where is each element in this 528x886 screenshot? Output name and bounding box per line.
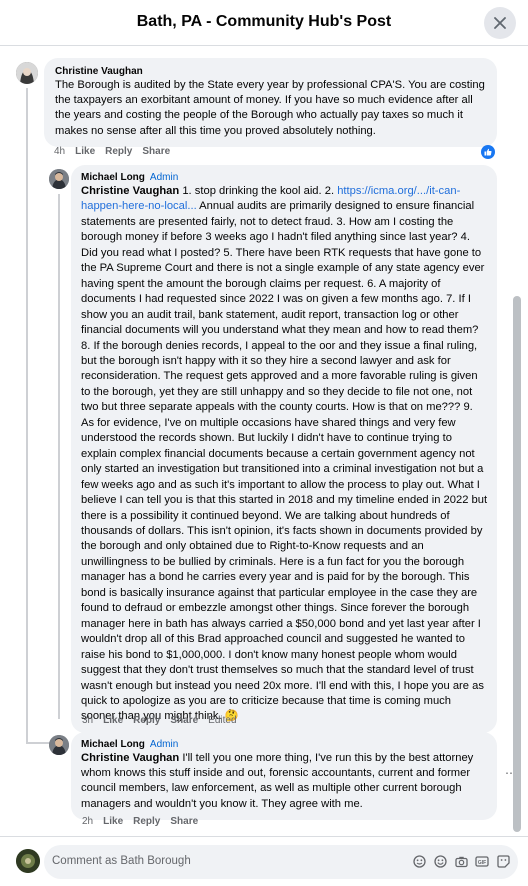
comment-bubble: Christine Vaughan The Borough is audited… xyxy=(44,58,497,147)
comment-text: Christine Vaughan I'll tell you one more… xyxy=(81,752,474,810)
comments-scroll-area[interactable]: Christine Vaughan The Borough is audited… xyxy=(0,46,528,836)
avatar-image xyxy=(49,169,69,189)
like-reaction-badge[interactable] xyxy=(481,145,495,159)
close-icon xyxy=(494,17,506,29)
comment-author: Michael Long Admin xyxy=(81,171,488,184)
comment-bubble: Michael Long Admin Christine Vaughan I'll… xyxy=(71,732,497,820)
admin-badge: Admin xyxy=(149,739,179,750)
avatar-image xyxy=(16,62,38,84)
admin-badge: Admin xyxy=(149,172,179,183)
share-button[interactable]: Share xyxy=(170,816,198,827)
close-button[interactable] xyxy=(484,7,516,39)
composer-icons: GIF xyxy=(412,854,510,868)
comment-actions: 3h Like Reply Share Edited xyxy=(82,715,237,726)
reply-thread-line xyxy=(58,194,60,719)
comment-actions: 4h Like Reply Share xyxy=(54,146,170,157)
thread-line xyxy=(26,88,28,743)
avatar[interactable] xyxy=(49,735,69,755)
like-button[interactable]: Like xyxy=(75,146,95,157)
like-button[interactable]: Like xyxy=(103,715,123,726)
comment-time[interactable]: 2h xyxy=(82,816,93,827)
reply-button[interactable]: Reply xyxy=(105,146,132,157)
comment-time[interactable]: 3h xyxy=(82,715,93,726)
gif-icon[interactable]: GIF xyxy=(475,854,489,868)
svg-text:GIF: GIF xyxy=(478,860,486,866)
reply-branch xyxy=(26,742,50,744)
comment-text: The Borough is audited by the State ever… xyxy=(55,79,485,137)
dialog-header: Bath, PA - Community Hub's Post xyxy=(0,0,528,46)
comment-bubble: Michael Long Admin Christine Vaughan 1. s… xyxy=(71,165,497,733)
comment-author: Michael Long Admin xyxy=(81,738,488,751)
dialog-title: Bath, PA - Community Hub's Post xyxy=(136,13,392,30)
author-name[interactable]: Michael Long xyxy=(81,739,145,750)
comment-composer: Comment as Bath Borough GIF xyxy=(0,836,528,886)
comment-placeholder: Comment as Bath Borough xyxy=(52,855,191,867)
mention-link[interactable]: Christine Vaughan xyxy=(81,185,179,197)
comment-input[interactable]: Comment as Bath Borough GIF xyxy=(44,845,518,879)
like-button[interactable]: Like xyxy=(103,816,123,827)
avatar[interactable] xyxy=(16,62,38,84)
sticker-icon[interactable] xyxy=(412,854,426,868)
comment-author[interactable]: Christine Vaughan xyxy=(55,65,486,78)
author-name[interactable]: Michael Long xyxy=(81,172,145,183)
mention-link[interactable]: Christine Vaughan xyxy=(81,752,179,764)
page-avatar[interactable] xyxy=(16,849,40,873)
comment-time[interactable]: 4h xyxy=(54,146,65,157)
reply-button[interactable]: Reply xyxy=(133,816,160,827)
avatar-image xyxy=(49,735,69,755)
sticker-smile-icon[interactable] xyxy=(496,854,510,868)
reply-button[interactable]: Reply xyxy=(133,715,160,726)
comment-text: Christine Vaughan 1. stop drinking the k… xyxy=(81,185,488,723)
share-button[interactable]: Share xyxy=(170,715,198,726)
thumbs-up-icon xyxy=(484,148,492,156)
share-button[interactable]: Share xyxy=(142,146,170,157)
avatar[interactable] xyxy=(49,169,69,189)
edited-label: Edited xyxy=(208,715,237,726)
emoji-icon[interactable] xyxy=(433,854,447,868)
scrollbar-thumb[interactable] xyxy=(513,296,521,832)
comment-actions: 2h Like Reply Share xyxy=(82,816,198,827)
camera-icon[interactable] xyxy=(454,854,468,868)
page-avatar-image xyxy=(16,849,40,873)
